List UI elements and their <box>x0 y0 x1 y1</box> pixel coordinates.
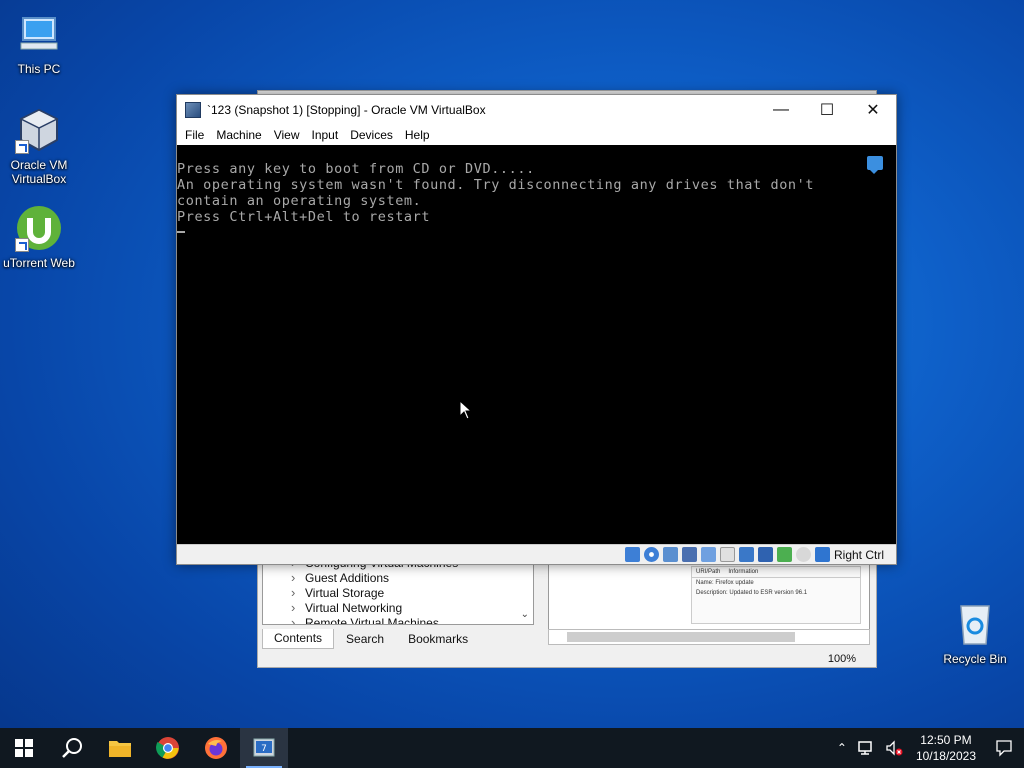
tab-bookmarks[interactable]: Bookmarks <box>396 629 480 649</box>
tree-item[interactable]: Virtual Networking <box>263 600 533 616</box>
pane-tab: URI/Path <box>696 569 721 575</box>
tree-item[interactable]: Virtual Storage <box>263 585 533 601</box>
virtualbox-vm-window[interactable]: `123 (Snapshot 1) [Stopping] - Oracle VM… <box>176 94 897 565</box>
tab-contents[interactable]: Contents <box>262 629 335 649</box>
menu-file[interactable]: File <box>179 128 210 142</box>
shortcut-arrow-icon <box>15 140 29 154</box>
file-explorer-icon <box>109 741 131 757</box>
clock-time: 12:50 PM <box>920 733 972 747</box>
start-icon <box>15 739 33 757</box>
minimize-icon[interactable]: — <box>758 95 804 125</box>
mouse-pointer-icon <box>459 400 473 420</box>
horizontal-scrollbar[interactable] <box>548 629 870 645</box>
tree-item[interactable]: Guest Additions <box>263 570 533 586</box>
help-contents-tree[interactable]: Configuring Virtual Machines Guest Addit… <box>262 561 534 625</box>
display-icon[interactable] <box>738 547 754 562</box>
vm-status-bar: Right Ctrl <box>177 544 896 564</box>
desktop-icon-this-pc[interactable]: This PC <box>1 10 77 76</box>
recording-icon[interactable] <box>757 547 773 562</box>
chrome-icon <box>156 737 179 759</box>
svg-text:7: 7 <box>261 744 267 754</box>
vm-display[interactable]: Press any key to boot from CD or DVD....… <box>177 145 896 545</box>
virtualbox-icon <box>15 106 63 154</box>
action-center-button[interactable] <box>984 739 1024 757</box>
volume-muted-icon[interactable] <box>885 740 903 756</box>
taskbar-file-explorer[interactable] <box>96 728 144 768</box>
shared-folders-icon[interactable] <box>719 547 735 562</box>
recycle-bin-icon <box>951 600 999 648</box>
desktop-icon-virtualbox[interactable]: Oracle VM VirtualBox <box>1 106 77 186</box>
console-line: Press any key to boot from CD or DVD....… <box>177 161 535 177</box>
network-icon[interactable] <box>681 547 697 562</box>
desktop-icon-label: Recycle Bin <box>943 652 1007 666</box>
console-line: An operating system wasn't found. Try di… <box>177 177 815 193</box>
audio-icon[interactable] <box>662 547 678 562</box>
desktop-icon-label: This PC <box>17 62 61 76</box>
keyboard-icon[interactable] <box>814 547 830 562</box>
taskbar-chrome[interactable] <box>144 728 192 768</box>
usb-icon[interactable] <box>700 547 716 562</box>
cpu-icon[interactable] <box>776 547 792 562</box>
desktop-icon-label: uTorrent Web <box>3 256 75 270</box>
title-bar[interactable]: `123 (Snapshot 1) [Stopping] - Oracle VM… <box>177 95 896 125</box>
pane-value: Firefox update <box>715 580 754 586</box>
search-icon <box>62 738 82 758</box>
network-status-icon[interactable] <box>857 740 875 756</box>
clock-date: 10/18/2023 <box>915 749 976 763</box>
notification-icon[interactable] <box>867 156 883 174</box>
tree-item[interactable]: Remote Virtual Machines <box>263 615 533 624</box>
desktop-icon-recycle-bin[interactable]: Recycle Bin <box>937 600 1013 666</box>
tab-search[interactable]: Search <box>334 629 396 649</box>
maximize-icon[interactable]: ☐ <box>804 95 850 125</box>
utorrent-icon <box>15 204 63 252</box>
console-line: Press Ctrl+Alt+Del to restart <box>177 209 431 225</box>
taskbar-firefox[interactable] <box>192 728 240 768</box>
menu-view[interactable]: View <box>268 128 306 142</box>
window-title: `123 (Snapshot 1) [Stopping] - Oracle VM… <box>207 103 486 117</box>
pane-label: Description: <box>696 590 728 596</box>
scroll-down-icon[interactable]: ⌄ <box>521 609 529 620</box>
notification-center-icon <box>996 740 1012 757</box>
start-button[interactable] <box>0 728 48 768</box>
console-line: contain an operating system. <box>177 193 422 209</box>
menu-bar: File Machine View Input Devices Help <box>177 125 896 145</box>
chevron-up-icon[interactable]: ⌃ <box>837 741 847 755</box>
close-icon[interactable]: ✕ <box>850 95 896 125</box>
menu-devices[interactable]: Devices <box>344 128 399 142</box>
this-pc-icon <box>15 10 63 58</box>
taskbar-virtualbox[interactable]: 7 <box>240 728 288 768</box>
hard-disk-icon[interactable] <box>624 547 640 562</box>
shortcut-arrow-icon <box>15 238 29 252</box>
menu-input[interactable]: Input <box>306 128 345 142</box>
pane-label: Name: <box>696 580 714 586</box>
text-cursor <box>177 231 185 233</box>
optical-drive-icon[interactable] <box>643 547 659 562</box>
system-tray: ⌃ 12:50 PM 10/18/2023 <box>832 728 1024 768</box>
menu-machine[interactable]: Machine <box>210 128 267 142</box>
search-button[interactable] <box>48 728 96 768</box>
zoom-level: 100% <box>827 653 856 665</box>
embedded-screenshot: URI/Path Information Name: Firefox updat… <box>691 566 861 624</box>
taskbar-clock[interactable]: 12:50 PM 10/18/2023 <box>916 732 976 764</box>
desktop-icon-label: Oracle VM VirtualBox <box>10 158 68 186</box>
firefox-icon <box>205 737 227 759</box>
virtualbox-app-icon <box>185 102 201 118</box>
menu-help[interactable]: Help <box>399 128 436 142</box>
virtualbox-taskbar-icon: 7 <box>253 738 275 757</box>
scroll-thumb[interactable] <box>567 632 795 642</box>
mouse-integration-icon[interactable] <box>795 547 811 562</box>
pane-value: Updated to ESR version 96.1 <box>729 590 808 596</box>
host-key-label[interactable]: Right Ctrl <box>834 548 884 562</box>
taskbar: 7 ⌃ 12:50 PM 10/18/2023 <box>0 728 1024 768</box>
desktop-icon-utorrent[interactable]: uTorrent Web <box>1 204 77 270</box>
help-tabs: Contents Search Bookmarks <box>262 629 480 649</box>
pane-tab: Information <box>728 569 759 575</box>
